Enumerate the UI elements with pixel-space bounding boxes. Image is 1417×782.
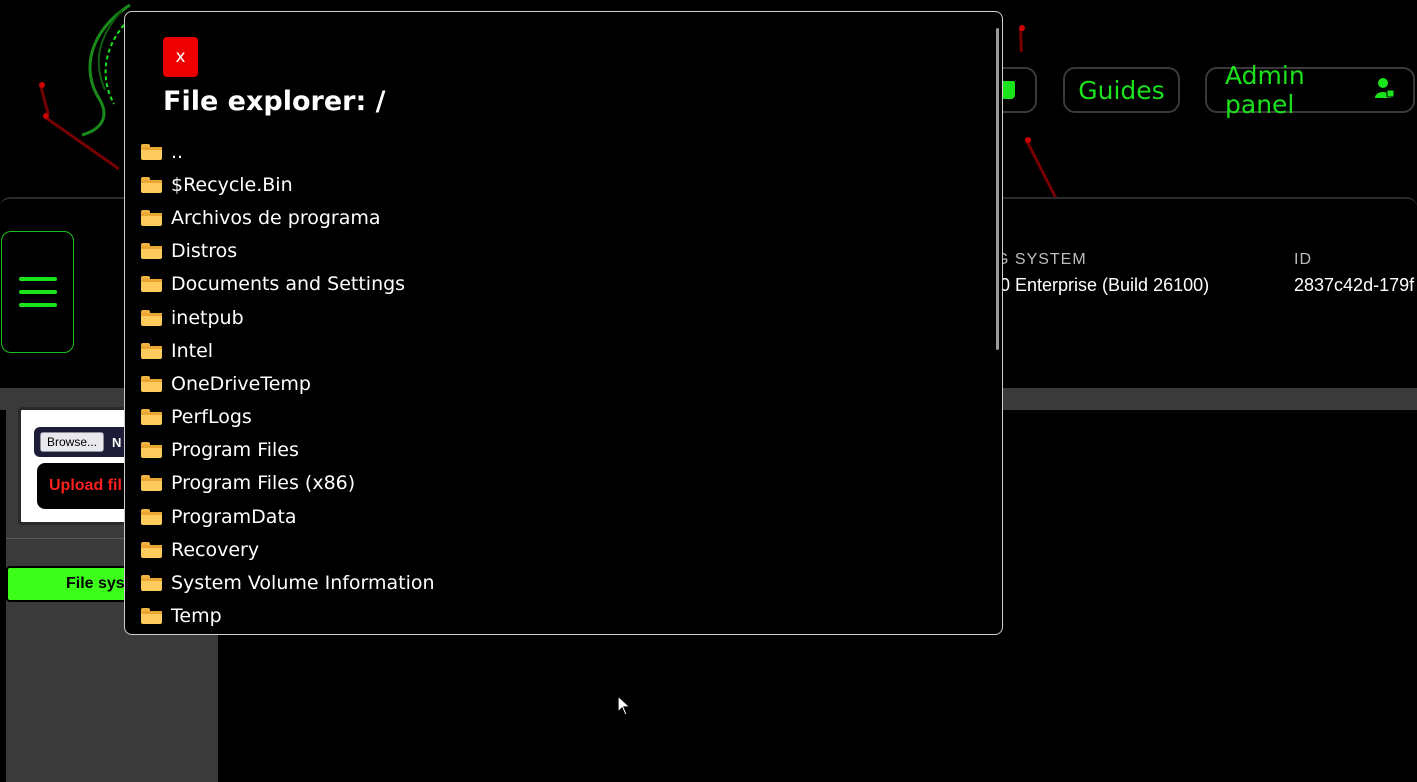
folder-entry-label: inetpub — [171, 306, 244, 329]
folder-entry[interactable]: $Recycle.Bin — [141, 168, 435, 201]
cart-icon — [1001, 81, 1015, 99]
modal-title: File explorer: / — [163, 86, 386, 117]
admin-user-icon — [1375, 76, 1395, 105]
folder-entry-label: Distros — [171, 240, 238, 263]
folder-entry-label: Recovery — [171, 538, 260, 561]
folder-entry[interactable]: PerfLogs — [141, 401, 435, 434]
file-explorer-modal: x File explorer: / .. $Recycle.Bin Archivo… — [124, 11, 1003, 635]
folder-entry[interactable]: Intel — [141, 334, 435, 367]
os-label: G SYSTEM — [996, 251, 1087, 268]
mouse-cursor-icon — [617, 694, 633, 717]
folder-entry-label: Program Files (x86) — [171, 472, 356, 495]
modal-scrollbar[interactable] — [996, 28, 999, 350]
folder-icon — [141, 342, 162, 359]
folder-entry-label: .. — [171, 140, 184, 163]
folder-icon — [141, 409, 162, 426]
id-label: ID — [1294, 251, 1312, 268]
folder-entry-label: System Volume Information — [171, 572, 435, 595]
folder-icon — [141, 375, 162, 392]
folder-icon — [141, 508, 162, 525]
close-button[interactable]: x — [163, 37, 198, 77]
folder-entry-label: OneDriveTemp — [171, 372, 311, 395]
folder-entry-label: PerfLogs — [171, 406, 252, 429]
folder-entry-label: ProgramData — [171, 505, 297, 528]
os-value: 0 Enterprise (Build 26100) — [1000, 275, 1210, 295]
folder-entry[interactable]: System Volume Information — [141, 566, 435, 599]
hamburger-icon-bar — [18, 303, 57, 307]
folder-entry-label: Temp — [171, 605, 222, 628]
menu-toggle-button[interactable] — [1, 231, 74, 353]
folder-entry[interactable]: .. — [141, 135, 435, 168]
folder-entry[interactable]: ProgramData — [141, 500, 435, 533]
guides-label: Guides — [1078, 75, 1165, 105]
folder-entry-label: Archivos de programa — [171, 206, 381, 229]
folder-icon — [141, 143, 162, 160]
folder-entry[interactable]: OneDriveTemp — [141, 367, 435, 400]
hamburger-icon — [18, 277, 57, 281]
folder-icon — [141, 309, 162, 326]
browse-button[interactable]: Browse... — [40, 432, 105, 452]
folder-icon — [141, 243, 162, 260]
admin-panel-label: Admin panel — [1225, 61, 1305, 119]
folder-entry[interactable]: Distros — [141, 235, 435, 268]
folder-entry-label: Program Files — [171, 439, 299, 462]
folder-entry[interactable]: Documents and Settings — [141, 268, 435, 301]
hamburger-icon-bar — [18, 290, 57, 294]
id-value: 2837c42d-179f — [1294, 275, 1415, 295]
admin-panel-button[interactable]: Admin panel — [1205, 61, 1415, 119]
folder-icon — [141, 276, 162, 293]
folder-entry-label: Documents and Settings — [171, 273, 406, 296]
folder-icon — [141, 575, 162, 592]
file-list: .. $Recycle.Bin Archivos de programa Distro… — [141, 135, 435, 633]
guides-button[interactable]: Guides — [1063, 67, 1180, 113]
folder-entry[interactable]: inetpub — [141, 301, 435, 334]
folder-icon — [141, 475, 162, 492]
folder-icon — [141, 442, 162, 459]
folder-entry[interactable]: Program Files (x86) — [141, 467, 435, 500]
folder-entry[interactable]: Program Files — [141, 434, 435, 467]
folder-icon — [141, 541, 162, 558]
folder-entry[interactable]: Temp — [141, 600, 435, 633]
folder-entry[interactable]: Recovery — [141, 533, 435, 566]
folder-entry-label: Intel — [171, 339, 214, 362]
folder-entry[interactable]: Archivos de programa — [141, 201, 435, 234]
folder-icon — [141, 608, 162, 625]
file-status-text: N — [112, 434, 122, 450]
folder-entry-label: $Recycle.Bin — [171, 173, 293, 196]
folder-icon — [141, 209, 162, 226]
folder-icon — [141, 176, 162, 193]
